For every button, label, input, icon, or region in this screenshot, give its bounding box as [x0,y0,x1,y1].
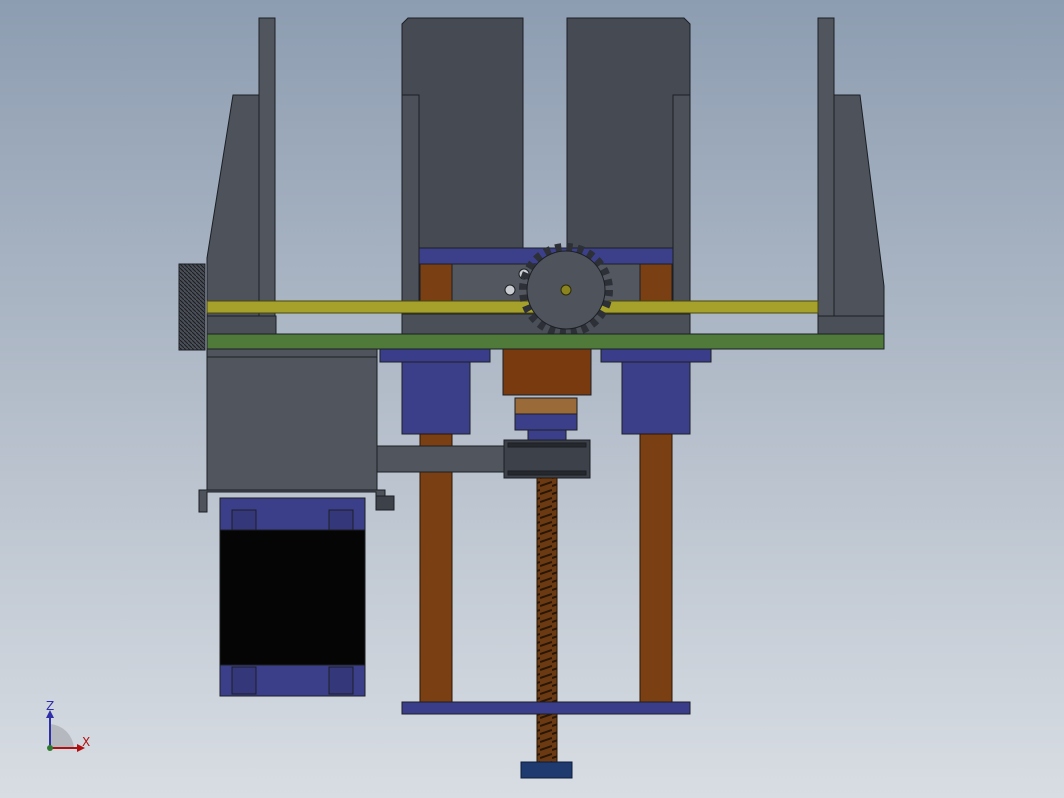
base-plate [206,333,885,350]
left-side-bracket [206,17,277,335]
z-axis-label: Z [46,699,54,713]
screw-pulley [503,439,591,479]
bottom-plate [401,701,691,715]
hand-knob [178,263,206,351]
stepper-motor [219,497,366,697]
cad-viewport[interactable]: Z X [0,0,1064,798]
lead-screw [536,477,558,764]
right-linear-bearing [600,348,712,435]
right-guide-rod [639,433,673,703]
right-side-bracket [817,17,885,335]
left-linear-bearing [379,348,491,435]
screw-end-cap [520,761,573,779]
assembly-drawing: Z X [46,17,885,779]
x-axis-label: X [82,735,90,749]
left-guide-rod [419,433,453,703]
motor-mount-box [198,348,395,513]
lead-screw-nut [502,348,592,443]
left-upright-block [401,17,524,249]
coordinate-triad: Z X [46,699,90,752]
horizontal-shaft [206,300,819,314]
right-upright-block [566,17,691,249]
